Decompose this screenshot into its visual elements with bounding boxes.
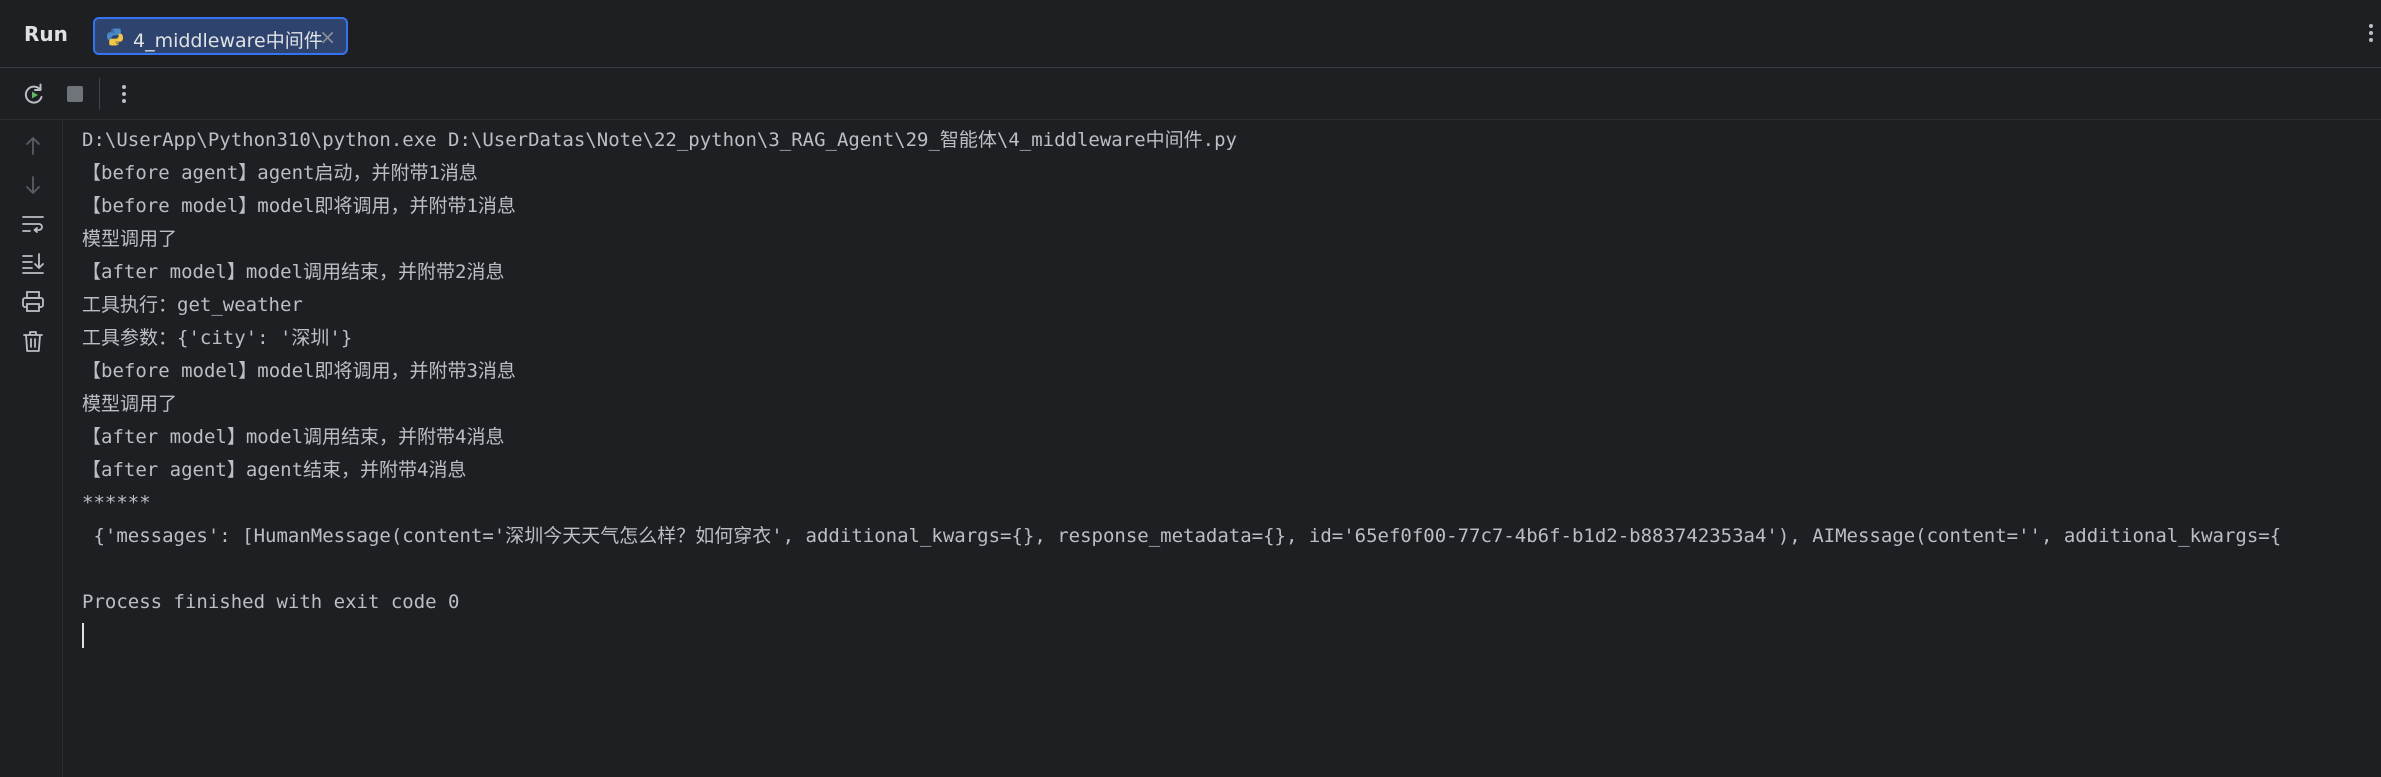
more-vertical-icon[interactable] <box>110 80 138 108</box>
print-icon[interactable] <box>19 288 47 316</box>
soft-wrap-icon[interactable] <box>19 210 47 238</box>
console-line: 工具执行：get_weather <box>82 294 303 316</box>
run-tool-window: Run 4_middleware中间件 × D:\UserApp\Python3… <box>0 0 2381 777</box>
console-line: Process finished with exit code 0 <box>82 591 460 613</box>
stop-icon[interactable] <box>61 80 89 108</box>
console-line: {'messages': [HumanMessage(content='深圳今天… <box>82 525 2282 547</box>
arrow-down-icon[interactable] <box>19 171 47 199</box>
console-line: 模型调用了 <box>82 393 178 415</box>
console-line: 模型调用了 <box>82 228 178 250</box>
run-header: Run 4_middleware中间件 × <box>0 0 2381 68</box>
console-line: 【after agent】agent结束，并附带4消息 <box>82 459 467 481</box>
more-vertical-icon[interactable] <box>2365 18 2377 48</box>
console-line: ****** <box>82 492 151 514</box>
run-title: Run <box>24 22 68 46</box>
scroll-to-end-icon[interactable] <box>19 249 47 277</box>
arrow-up-icon[interactable] <box>19 132 47 160</box>
trash-icon[interactable] <box>19 327 47 355</box>
text-cursor <box>82 623 84 648</box>
console-line: 【after model】model调用结束，并附带2消息 <box>82 261 505 283</box>
console-line: 【after model】model调用结束，并附带4消息 <box>82 426 505 448</box>
console-line: 【before model】model即将调用，并附带3消息 <box>82 360 516 382</box>
console-side-toolbar <box>0 120 63 777</box>
rerun-icon[interactable] <box>20 80 48 108</box>
console-output[interactable]: D:\UserApp\Python310\python.exe D:\UserD… <box>82 124 2381 764</box>
run-toolbar <box>0 68 2381 120</box>
toolbar-divider <box>99 78 100 110</box>
tab-label: 4_middleware中间件 <box>133 30 323 52</box>
console-line: D:\UserApp\Python310\python.exe D:\UserD… <box>82 129 1237 151</box>
console-line: 【before model】model即将调用，并附带1消息 <box>82 195 516 217</box>
python-icon <box>107 28 123 46</box>
console-line: 工具参数：{'city': '深圳'} <box>82 327 353 349</box>
tab-run-config[interactable]: 4_middleware中间件 × <box>93 17 348 55</box>
console-input-line[interactable] <box>82 619 2381 652</box>
close-icon[interactable]: × <box>319 25 336 49</box>
console-line: 【before agent】agent启动，并附带1消息 <box>82 162 478 184</box>
